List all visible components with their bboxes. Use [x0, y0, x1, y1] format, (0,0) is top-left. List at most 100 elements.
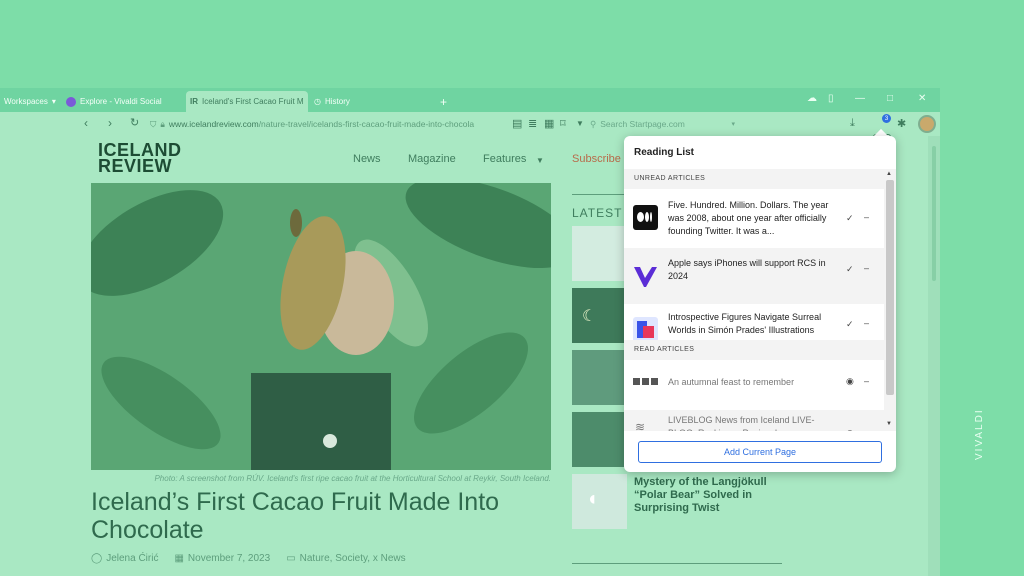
calendar-icon: ▦ [174, 553, 184, 564]
article-headline: Iceland’s First Cacao Fruit Made Into Ch… [91, 488, 500, 544]
url-path: /nature-travel/icelands-first-cacao-frui… [258, 119, 475, 129]
story-thumbnail[interactable] [572, 350, 627, 405]
medium-icon [633, 205, 658, 230]
list-item[interactable]: Apple says iPhones will support RCS in 2… [624, 248, 884, 304]
reading-list-badge: 3 [882, 114, 891, 123]
scroll-thumb[interactable] [932, 146, 936, 281]
mastodon-icon [66, 96, 76, 107]
story-thumbnail[interactable] [572, 226, 627, 281]
extensions-icon[interactable]: ✱ [897, 117, 906, 130]
address-field[interactable]: ⛉ 🔒︎ www.icelandreview.com/nature-travel… [150, 116, 530, 132]
tab-history[interactable]: ◷ History [310, 91, 430, 112]
menu-features[interactable]: Features [483, 153, 526, 165]
new-tab-button[interactable]: + [436, 91, 451, 112]
minimize-button[interactable]: — [855, 93, 865, 104]
panel-scrollbar[interactable]: ▲ ▼ [884, 169, 896, 431]
eye-icon[interactable]: ◉ [846, 428, 854, 431]
workspaces-button[interactable]: Workspaces ▾ [0, 91, 60, 112]
dropdown-icon[interactable]: ▼ [576, 119, 584, 128]
tab-label: History [324, 97, 350, 106]
menu-subscribe[interactable]: Subscribe [572, 153, 621, 165]
qr-icon[interactable]: ▦ [544, 117, 554, 130]
panel-title: Reading List [634, 147, 695, 158]
item-text: Introspective Figures Navigate Surreal W… [668, 312, 822, 335]
author[interactable]: ◯ Jelena Ćirić [91, 553, 158, 564]
address-toolbar: ‹ › ↻ ⛉ 🔒︎ www.icelandreview.com/nature-… [0, 112, 940, 152]
categories-text: Nature, Society, x News [299, 553, 406, 564]
list-item[interactable]: ≋ LIVEBLOG News from Iceland LIVE-BLOG: … [624, 410, 884, 431]
list-item[interactable]: Five. Hundred. Million. Dollars. The yea… [624, 189, 884, 245]
back-icon[interactable]: ‹ [84, 116, 88, 130]
url-domain: www.icelandreview.com [168, 119, 259, 129]
tab-label: Explore - Vivaldi Social [80, 97, 162, 106]
story-thumbnail[interactable]: ◖ [572, 474, 627, 529]
cloud-icon[interactable]: ☁ [807, 93, 817, 104]
site-logo[interactable]: ICELAND REVIEW [98, 141, 182, 176]
maximize-button[interactable]: □ [887, 93, 893, 104]
divider [572, 563, 782, 564]
unread-heading: UNREAD ARTICLES [624, 169, 884, 189]
folder-icon: ▭ [286, 553, 296, 564]
scroll-up-icon[interactable]: ▲ [886, 171, 892, 177]
wave-icon: ≋ [635, 420, 646, 431]
remove-icon[interactable]: – [864, 212, 869, 222]
page-scrollbar[interactable] [928, 136, 940, 576]
download-icon[interactable]: ⤓ [850, 117, 855, 130]
story-thumbnail[interactable]: ☾ [572, 288, 627, 343]
item-text: LIVEBLOG News from Iceland LIVE-BLOG: Re… [668, 415, 815, 431]
story-thumbnail[interactable] [572, 412, 627, 467]
hero-image [91, 183, 551, 470]
reading-list: Five. Hundred. Million. Dollars. The yea… [624, 189, 884, 431]
reader-icon[interactable]: ▤ [512, 117, 522, 130]
add-current-page-button[interactable]: Add Current Page [638, 441, 882, 463]
search-icon: ⚲ [590, 118, 597, 129]
mark-read-icon[interactable]: ✓ [846, 213, 854, 224]
list-item[interactable]: An autumnal feast to remember ◉ – [624, 360, 884, 410]
menu-magazine[interactable]: Magazine [408, 153, 456, 165]
story-title[interactable]: Mystery of the Langjökull “Polar Bear” S… [634, 476, 784, 515]
cacao-photo [91, 183, 551, 470]
shield-icon: ⛉ [150, 118, 157, 129]
latest-heading: LATEST [572, 206, 623, 220]
chevron-down-icon: ▾ [51, 97, 56, 106]
bookmark-icon[interactable]: ⌑ [560, 117, 566, 130]
trash-icon[interactable]: ▯ [828, 93, 834, 104]
date: ▦ November 7, 2023 [174, 553, 270, 564]
remove-icon[interactable]: – [864, 263, 869, 273]
tab-vivaldi-social[interactable]: Explore - Vivaldi Social [62, 91, 182, 112]
search-placeholder: Search Startpage.com [600, 119, 685, 129]
image-caption: Photo: A screenshot from RÚV. Iceland's … [154, 474, 551, 483]
chevron-down-icon[interactable]: ▼ [536, 156, 544, 165]
tab-iceland-review[interactable]: IR Iceland's First Cacao Fruit M [186, 91, 308, 112]
mark-read-icon[interactable]: ✓ [846, 319, 854, 330]
clock-icon: ◷ [314, 97, 321, 106]
workspaces-label: Workspaces [4, 97, 48, 106]
item-text: Five. Hundred. Million. Dollars. The yea… [668, 200, 829, 236]
lock-icon: 🔒︎ [160, 118, 165, 129]
moon-icon: ☾ [582, 308, 597, 325]
colossal-icon [633, 317, 658, 342]
menu-news[interactable]: News [353, 153, 381, 165]
tab-bar: Workspaces ▾ Explore - Vivaldi Social IR… [0, 88, 940, 112]
remove-icon[interactable]: – [864, 376, 869, 386]
reload-icon[interactable]: ↻ [130, 116, 139, 129]
search-engine-dropdown-icon[interactable]: ▾ [731, 120, 735, 128]
reading-list-panel: Reading List UNREAD ARTICLES Five. Hundr… [624, 136, 896, 472]
search-field[interactable]: ⚲ Search Startpage.com ▾ [590, 116, 735, 132]
tab-label: Iceland's First Cacao Fruit M [202, 97, 304, 106]
date-text: November 7, 2023 [187, 553, 271, 564]
list-icon[interactable]: ≣ [528, 117, 537, 130]
mark-read-icon[interactable]: ✓ [846, 264, 854, 275]
remove-icon[interactable]: – [864, 318, 869, 328]
eye-icon[interactable]: ◉ [846, 376, 854, 387]
close-button[interactable]: ✕ [918, 93, 926, 104]
logo-line-2: REVIEW [98, 156, 173, 176]
bear-icon: ◖ [586, 488, 599, 510]
scroll-thumb[interactable] [886, 180, 894, 395]
user-icon: ◯ [91, 553, 103, 564]
avatar[interactable] [918, 115, 936, 133]
scroll-down-icon[interactable]: ▼ [886, 421, 892, 427]
categories[interactable]: ▭ Nature, Society, x News [286, 553, 405, 564]
item-text: An autumnal feast to remember [668, 377, 795, 387]
forward-icon[interactable]: › [108, 116, 112, 130]
